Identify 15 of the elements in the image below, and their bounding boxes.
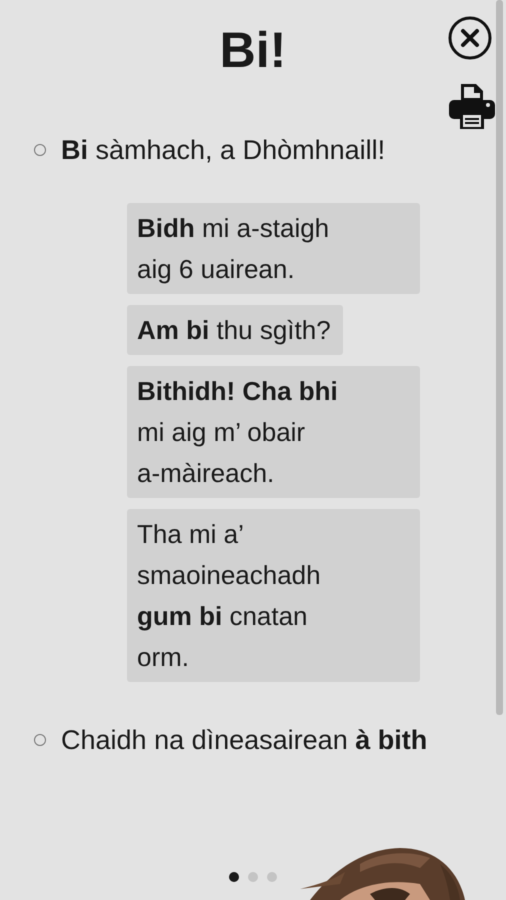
scrollbar-thumb[interactable] — [496, 0, 503, 715]
page-dot[interactable] — [248, 872, 258, 882]
example-sentence: Bithidh! Cha bhi mi aig m’ obair a-màireach. — [127, 366, 420, 498]
bullet-text: Chaidh na dìneasairean à bith — [61, 724, 428, 756]
page-dot[interactable] — [267, 872, 277, 882]
bullet-text: Bi sàmhach, a Dhòmhnaill! — [61, 134, 386, 166]
example-sentence: Bidh mi a-staigh aig 6 uairean. — [127, 203, 420, 294]
page-dot[interactable] — [229, 872, 239, 882]
example-sentence: Tha mi a’ smaoineachadh gum bi cnatan orm. — [127, 509, 420, 682]
close-icon[interactable] — [447, 15, 493, 61]
bullet-icon — [34, 144, 46, 156]
bullet-icon — [34, 734, 46, 746]
example-sentence: Am bi thu sgìth? — [127, 305, 343, 355]
page-title: Bi! — [220, 21, 286, 80]
printer-icon[interactable] — [448, 82, 496, 130]
